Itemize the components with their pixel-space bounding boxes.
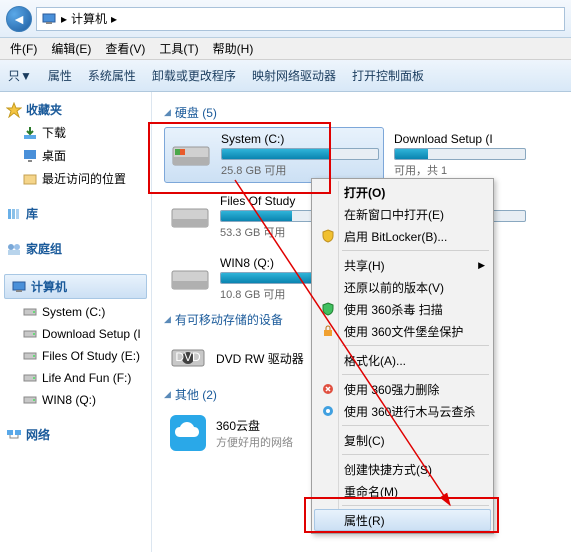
sidebar-drive[interactable]: System (C:) [0, 301, 151, 323]
network-heading[interactable]: 网络 [0, 423, 151, 446]
uninstall-button[interactable]: 卸载或更改程序 [152, 67, 236, 84]
drive-name: Download Setup (I [394, 132, 526, 146]
sidebar-drive[interactable]: Life And Fun (F:) [0, 367, 151, 389]
system-properties-button[interactable]: 系统属性 [88, 67, 136, 84]
ctx-shortcut[interactable]: 创建快捷方式(S) [314, 458, 491, 480]
dvd-label: DVD RW 驱动器 [216, 350, 304, 367]
favorites-heading[interactable]: 收藏夹 [0, 98, 151, 121]
menu-view[interactable]: 查看(V) [99, 38, 151, 59]
ctx-properties[interactable]: 属性(R) [314, 509, 491, 531]
cloud-sub: 方便好用的网络 [216, 434, 293, 450]
computer-icon [11, 279, 27, 295]
address-separator: ▸ [61, 12, 67, 26]
ctx-bitlocker[interactable]: 启用 BitLocker(B)... [314, 225, 491, 247]
ctx-trojan360[interactable]: 使用 360进行木马云查杀 [314, 400, 491, 422]
delete-icon [320, 381, 336, 397]
map-network-button[interactable]: 映射网络驱动器 [252, 67, 336, 84]
menu-bar: 件(F) 编辑(E) 查看(V) 工具(T) 帮助(H) [0, 38, 571, 60]
ctx-format[interactable]: 格式化(A)... [314, 349, 491, 371]
ctx-open-new[interactable]: 在新窗口中打开(E) [314, 203, 491, 225]
drive-icon [22, 326, 38, 342]
ctx-fort360[interactable]: 使用 360文件堡垒保护 [314, 320, 491, 342]
svg-text:DVD: DVD [175, 350, 201, 364]
drive-icon [168, 257, 212, 301]
network-icon [6, 427, 22, 443]
drive-icon [169, 133, 213, 177]
sidebar-drive[interactable]: Download Setup (I [0, 323, 151, 345]
drive-bar [221, 148, 379, 160]
libraries-heading[interactable]: 库 [0, 202, 151, 225]
address-location: 计算机 [71, 10, 107, 27]
organize-button[interactable]: 只▼ [8, 67, 32, 84]
lock-icon [320, 323, 336, 339]
ctx-restore[interactable]: 还原以前的版本(V) [314, 276, 491, 298]
section-drives[interactable]: 硬盘 (5) [164, 104, 571, 121]
recent-icon [22, 171, 38, 187]
menu-edit[interactable]: 编辑(E) [45, 38, 97, 59]
library-icon [6, 206, 22, 222]
sidebar-downloads[interactable]: 下载 [0, 121, 151, 144]
shield-icon [320, 301, 336, 317]
submenu-arrow-icon: ▶ [478, 260, 485, 271]
drive-icon [22, 392, 38, 408]
sidebar: 收藏夹 下载 桌面 最近访问的位置 库 家庭组 计算机 System (C:) … [0, 92, 152, 552]
ctx-open[interactable]: 打开(O) [314, 181, 491, 203]
download-icon [22, 125, 38, 141]
sidebar-desktop[interactable]: 桌面 [0, 144, 151, 167]
drive-icon [22, 304, 38, 320]
menu-help[interactable]: 帮助(H) [207, 38, 260, 59]
back-button[interactable]: ◄ [6, 6, 32, 32]
homegroup-heading[interactable]: 家庭组 [0, 237, 151, 260]
ctx-scan360[interactable]: 使用 360杀毒 扫描 [314, 298, 491, 320]
drive-icon [168, 195, 212, 239]
address-separator: ▸ [111, 12, 117, 26]
desktop-icon [22, 148, 38, 164]
properties-button[interactable]: 属性 [48, 67, 72, 84]
drive-bar [394, 148, 526, 160]
control-panel-button[interactable]: 打开控制面板 [352, 67, 424, 84]
shield-icon [320, 228, 336, 244]
star-icon [6, 102, 22, 118]
homegroup-icon [6, 241, 22, 257]
sidebar-drive[interactable]: WIN8 (Q:) [0, 389, 151, 411]
address-bar: ◄ ▸ 计算机 ▸ [0, 0, 571, 38]
sidebar-recent[interactable]: 最近访问的位置 [0, 167, 151, 190]
drive-name: System (C:) [221, 132, 379, 146]
ctx-rename[interactable]: 重命名(M) [314, 480, 491, 502]
drive-icon [22, 348, 38, 364]
address-box[interactable]: ▸ 计算机 ▸ [36, 7, 565, 31]
cloud-name: 360云盘 [216, 417, 293, 434]
computer-icon [41, 11, 57, 27]
scan-icon [320, 403, 336, 419]
menu-tools[interactable]: 工具(T) [153, 38, 204, 59]
drive-item[interactable]: Download Setup (I 可用，共 1 [390, 127, 530, 183]
sidebar-drive[interactable]: Files Of Study (E:) [0, 345, 151, 367]
ctx-share[interactable]: 共享(H)▶ [314, 254, 491, 276]
drive-icon [22, 370, 38, 386]
dvd-icon: DVD [168, 338, 208, 378]
ctx-copy[interactable]: 复制(C) [314, 429, 491, 451]
cloud-icon [168, 413, 208, 453]
drive-item[interactable]: System (C:) 25.8 GB 可用 [164, 127, 384, 183]
ctx-del360[interactable]: 使用 360强力删除 [314, 378, 491, 400]
context-menu: 打开(O) 在新窗口中打开(E) 启用 BitLocker(B)... 共享(H… [311, 178, 494, 534]
drive-free: 25.8 GB 可用 [221, 162, 379, 178]
menu-file[interactable]: 件(F) [4, 38, 43, 59]
drive-free: 可用，共 1 [394, 162, 526, 178]
computer-heading[interactable]: 计算机 [4, 274, 147, 299]
toolbar: 只▼ 属性 系统属性 卸载或更改程序 映射网络驱动器 打开控制面板 [0, 60, 571, 92]
